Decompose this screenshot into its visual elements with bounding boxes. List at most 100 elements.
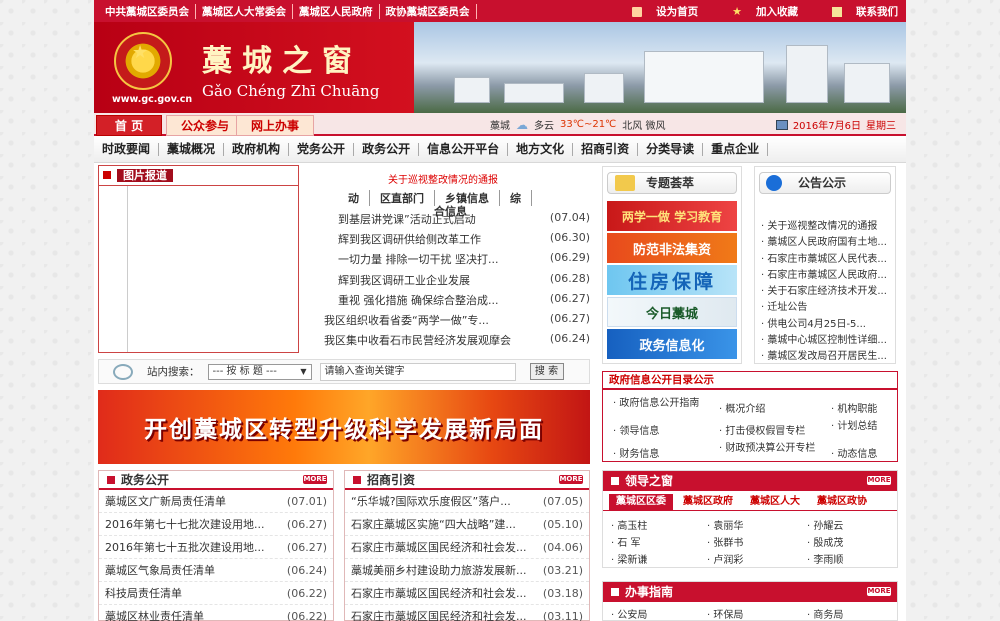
- list-item[interactable]: 藁城美丽乡村建设助力旅游发展新... (03.21): [345, 559, 589, 582]
- item-date: (06.24): [286, 564, 327, 577]
- tab-public-participation[interactable]: 公众参与: [166, 115, 245, 136]
- news-tab-general[interactable]: 综: [500, 190, 532, 206]
- tab-district-congress[interactable]: 藁城区人大: [743, 494, 807, 510]
- more-button[interactable]: MORE: [867, 476, 891, 485]
- nav-item-enterprises[interactable]: 重点企业: [703, 143, 769, 156]
- guide-item[interactable]: · 商务局: [807, 606, 843, 621]
- list-item[interactable]: 2016年第七十五批次建设用地... (06.27): [99, 536, 333, 559]
- list-item[interactable]: 2016年第七十七批次建设用地... (06.27): [99, 513, 333, 536]
- info-link-functions[interactable]: · 机构职能: [831, 400, 877, 415]
- more-button[interactable]: MORE: [867, 587, 891, 596]
- top-link-congress[interactable]: 藁城区人大常委会: [196, 4, 293, 19]
- top-links-right: 设为首页 ★ 加入收藏 联系我们: [632, 4, 898, 19]
- list-item[interactable]: 重视 强化措施 确保综合整治成... (06.27): [338, 292, 590, 312]
- guide-item[interactable]: · 环保局: [707, 606, 743, 621]
- tab-district-cppcc[interactable]: 藁城区政协: [810, 494, 874, 510]
- list-item[interactable]: 我区集中收看石市民营经济发展观摩会 (06.24): [324, 332, 590, 352]
- contact-link[interactable]: 联系我们: [832, 4, 898, 19]
- tab-home[interactable]: 首 页: [96, 115, 162, 136]
- list-item[interactable]: 藁城区文广新局责任清单 (07.01): [99, 490, 333, 513]
- list-item[interactable]: 科技局责任清单 (06.22): [99, 582, 333, 605]
- list-item[interactable]: 到基层讲党课”活动正式启动 (07.04): [338, 211, 590, 231]
- info-link-finance[interactable]: · 财务信息: [613, 445, 659, 460]
- info-link-plans[interactable]: · 计划总结: [831, 417, 877, 432]
- banner-today-gaocheng[interactable]: 今日藁城: [607, 297, 737, 327]
- info-link-leaders[interactable]: · 领导信息: [613, 422, 659, 437]
- leader-name[interactable]: · 李雨顺: [807, 551, 843, 566]
- search-input[interactable]: 请输入查询关键字: [319, 362, 516, 381]
- leader-name[interactable]: · 张群书: [707, 534, 743, 549]
- nav-item-gov-affairs[interactable]: 政务公开: [354, 143, 420, 156]
- top-link-government[interactable]: 藁城区人民政府: [293, 4, 380, 19]
- list-item[interactable]: 石家庄市藁城区国民经济和社会发... (03.11): [345, 605, 589, 621]
- list-item[interactable]: · 迁址公告: [761, 300, 889, 316]
- slogan-banner[interactable]: 开创藁城区转型升级科学发展新局面: [98, 390, 590, 464]
- nav-item-investment[interactable]: 招商引资: [573, 143, 639, 156]
- news-tab-dynamic[interactable]: 动: [338, 190, 370, 206]
- leader-name-text: 石 军: [617, 538, 641, 549]
- news-headline[interactable]: 关于巡视整改情况的通报: [388, 171, 498, 186]
- info-disclosure-header: 政府信息公开目录公示: [603, 372, 897, 390]
- list-item[interactable]: 石家庄藁城区实施“四大战略”建... (05.10): [345, 513, 589, 536]
- list-item[interactable]: 辉到我区调研供给侧改革工作 (06.30): [338, 231, 590, 251]
- info-link-anti-counterfeit[interactable]: · 打击侵权假冒专栏: [719, 422, 805, 437]
- more-button[interactable]: MORE: [559, 475, 583, 484]
- info-link-dynamics[interactable]: · 动态信息: [831, 445, 877, 460]
- list-item[interactable]: · 供电公司4月25日-5...: [761, 317, 889, 333]
- tab-online-service[interactable]: 网上办事: [236, 115, 315, 136]
- nav-item-party-affairs[interactable]: 党务公开: [289, 143, 355, 156]
- leader-name[interactable]: · 袁丽华: [707, 517, 743, 532]
- more-button[interactable]: MORE: [303, 475, 327, 484]
- item-title: 藁城区发改局召开居民生...: [767, 351, 887, 363]
- banner-housing-security[interactable]: 住房保障: [607, 265, 737, 295]
- list-item[interactable]: “乐华城?国际欢乐度假区”落户... (07.05): [345, 490, 589, 513]
- top-link-cppcc[interactable]: 政协藁城区委员会: [380, 4, 477, 19]
- nav-item-overview[interactable]: 藁城概况: [159, 143, 225, 156]
- list-item[interactable]: 一切力量 排除一切干扰 坚决打... (06.29): [338, 251, 590, 271]
- leader-name[interactable]: · 卢润彩: [707, 551, 743, 566]
- banner-gov-informatization[interactable]: 政务信息化: [607, 329, 737, 359]
- list-item[interactable]: 藁城区气象局责任清单 (06.24): [99, 559, 333, 582]
- guide-item[interactable]: · 公安局: [611, 606, 647, 621]
- leader-name[interactable]: · 石 军: [611, 534, 641, 549]
- leader-name[interactable]: · 梁新谦: [611, 551, 647, 566]
- search-type-select[interactable]: --- 按 标 题 ---: [207, 363, 312, 380]
- site-pinyin: Gǎo Chéng Zhī Chuāng: [202, 82, 380, 100]
- nav-item-agencies[interactable]: 政府机构: [224, 143, 290, 156]
- list-item[interactable]: · 藁城区发改局召开居民生...: [761, 349, 889, 365]
- banner-anti-illegal-fundraising[interactable]: 防范非法集资: [607, 233, 737, 263]
- banner-study-education[interactable]: 两学一做 学习教育: [607, 201, 737, 231]
- list-item[interactable]: · 石家庄市藁城区人民代表...: [761, 252, 889, 268]
- item-date: (07.01): [286, 495, 327, 508]
- search-button[interactable]: 搜 索: [529, 363, 564, 380]
- nav-item-news[interactable]: 时政要闻: [94, 143, 160, 156]
- info-link-budget[interactable]: · 财政预决算公开专栏: [719, 439, 815, 454]
- tab-district-committee[interactable]: 藁城区区委: [609, 494, 673, 510]
- leader-name[interactable]: · 殷成茂: [807, 534, 843, 549]
- leader-name[interactable]: · 高玉柱: [611, 517, 647, 532]
- nav-item-info-platform[interactable]: 信息公开平台: [419, 143, 509, 156]
- list-item[interactable]: 藁城区林业责任清单 (06.22): [99, 605, 333, 621]
- list-item[interactable]: · 藁城区人民政府国有土地...: [761, 235, 889, 251]
- guide-item-label: 公安局: [617, 610, 648, 621]
- info-disclosure-title: 政府信息公开目录公示: [609, 374, 714, 386]
- add-favorite-link[interactable]: ★ 加入收藏: [732, 4, 798, 19]
- news-tab-departments[interactable]: 区直部门: [370, 190, 435, 206]
- leader-name[interactable]: · 孙耀云: [807, 517, 843, 532]
- list-item[interactable]: · 石家庄市藁城区人民政府...: [761, 268, 889, 284]
- list-item[interactable]: · 藁城中心城区控制性详细...: [761, 333, 889, 349]
- list-item[interactable]: 石家庄市藁城区国民经济和社会发... (03.18): [345, 582, 589, 605]
- weather-widget: 藁城 ☁ 多云 33℃~21℃ 北风 微风: [490, 117, 665, 133]
- nav-item-culture[interactable]: 地方文化: [508, 143, 574, 156]
- list-item[interactable]: 辉到我区调研工业企业发展 (06.28): [338, 272, 590, 292]
- top-link-party[interactable]: 中共藁城区委员会: [99, 4, 196, 19]
- set-homepage-link[interactable]: 设为首页: [632, 4, 698, 19]
- list-item[interactable]: · 关于石家庄经济技术开发...: [761, 284, 889, 300]
- tab-district-government[interactable]: 藁城区政府: [676, 494, 740, 510]
- info-link-overview[interactable]: · 概况介绍: [719, 400, 765, 415]
- nav-item-guide[interactable]: 分类导读: [638, 143, 704, 156]
- list-item[interactable]: 我区组织收看省委“两学一做”专... (06.27): [324, 312, 590, 332]
- list-item[interactable]: 石家庄市藁城区国民经济和社会发... (04.06): [345, 536, 589, 559]
- info-link-guide[interactable]: · 政府信息公开指南: [613, 394, 699, 409]
- list-item[interactable]: · 关于巡视整改情况的通报: [761, 219, 889, 235]
